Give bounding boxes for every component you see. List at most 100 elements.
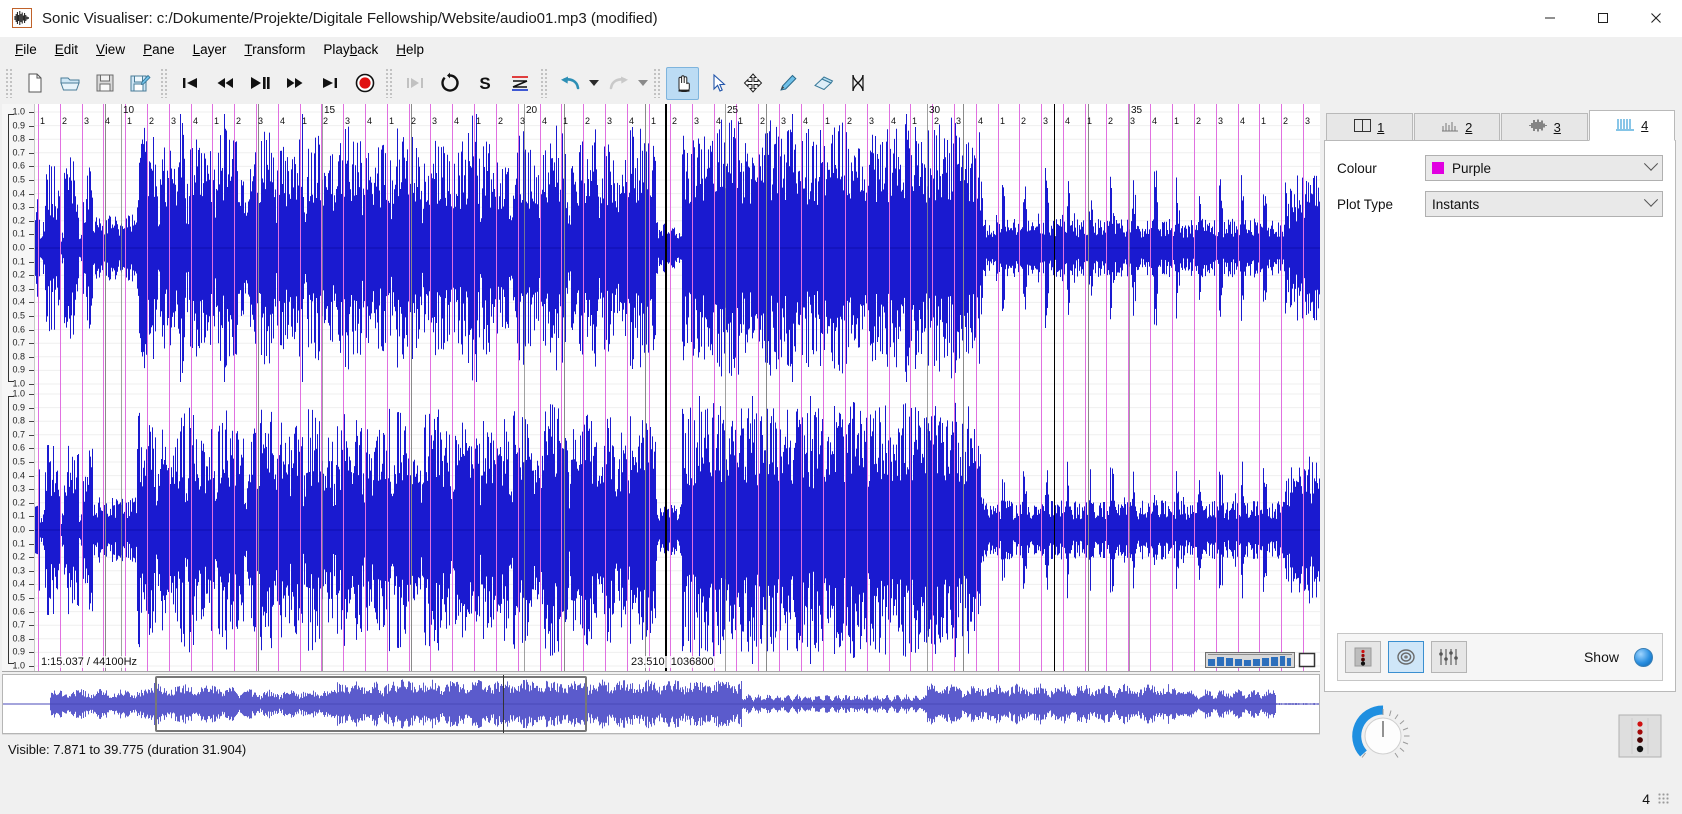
menu-transform[interactable]: Transform <box>235 39 314 60</box>
vertical-scale: 1.00.90.80.70.60.50.40.30.20.10.00.10.20… <box>2 104 35 671</box>
tab-pane-3[interactable]: 3 <box>1501 113 1588 140</box>
audio-levels-meter[interactable] <box>1618 714 1662 763</box>
save-disk-icon[interactable] <box>88 67 121 100</box>
instant-line <box>147 104 148 671</box>
align-icon[interactable] <box>503 67 536 100</box>
bar-line <box>105 104 106 671</box>
tab-pane-1[interactable]: 1 <box>1326 113 1413 140</box>
menu-layer[interactable]: Layer <box>184 39 236 60</box>
bar-line <box>564 104 565 671</box>
vscale-label: 0.0 <box>12 526 25 535</box>
colour-combo[interactable]: Purple <box>1425 155 1663 181</box>
toolbar-handle-playmodes[interactable] <box>385 68 394 98</box>
vscale-label: 0.3 <box>12 203 25 212</box>
undo-icon[interactable] <box>553 67 586 100</box>
playhead-line[interactable] <box>665 104 667 671</box>
vscale-tick <box>29 408 34 409</box>
plot-type-combo[interactable]: Instants <box>1425 191 1663 217</box>
tab-pane-2[interactable]: 2 <box>1414 113 1501 140</box>
instant-line <box>1259 104 1260 671</box>
resize-grip[interactable] <box>1658 793 1670 805</box>
redo-icon[interactable] <box>602 67 635 100</box>
show-toggle-led[interactable] <box>1634 648 1653 667</box>
redo-dropdown-arrow[interactable] <box>636 67 650 100</box>
minimize-button[interactable] <box>1523 0 1576 37</box>
edit-move-icon[interactable] <box>736 67 769 100</box>
waveform-pane[interactable]: 1.00.90.80.70.60.50.40.30.20.10.00.10.20… <box>2 104 1320 672</box>
layer-levels-icon[interactable] <box>1345 641 1381 673</box>
plot-type-value: Instants <box>1432 197 1479 212</box>
menu-edit[interactable]: Edit <box>46 39 87 60</box>
loop-icon[interactable] <box>433 67 466 100</box>
instant-line <box>976 104 977 671</box>
menu-playback[interactable]: Playback <box>314 39 387 60</box>
colour-row: Colour Purple <box>1337 155 1663 181</box>
vscale-tick <box>29 557 34 558</box>
toolbar-handle-tools[interactable] <box>653 68 662 98</box>
navigate-hand-icon[interactable] <box>666 67 699 100</box>
vscale-label: 0.5 <box>12 312 25 321</box>
gain-dial[interactable] <box>1348 701 1418 776</box>
instant-line <box>736 104 737 671</box>
instant-line <box>82 104 83 671</box>
toolbar-group-tools <box>665 62 875 104</box>
instant-line <box>1172 104 1173 671</box>
instant-line <box>60 104 61 671</box>
draw-pencil-icon[interactable] <box>771 67 804 100</box>
visible-range-text: Visible: 7.871 to 39.775 (duration 31.90… <box>8 742 246 757</box>
pane-area: 1.00.90.80.70.60.50.40.30.20.10.00.10.20… <box>0 104 1320 814</box>
vscale-tick <box>29 503 34 504</box>
tab-pane-4[interactable]: 4 <box>1589 110 1676 141</box>
vscale-label: 0.6 <box>12 162 25 171</box>
waveform-canvas[interactable]: 1234123412341234123412341234123412341234… <box>35 104 1320 671</box>
maximize-button[interactable] <box>1576 0 1629 37</box>
toolbar-handle-transport[interactable] <box>160 68 169 98</box>
pane-thumbwheel[interactable] <box>1205 652 1316 668</box>
instant-line <box>605 104 606 671</box>
forward-to-end-icon[interactable] <box>313 67 346 100</box>
measure-icon[interactable] <box>841 67 874 100</box>
toolbar-handle-file[interactable] <box>5 68 14 98</box>
solo-icon[interactable]: S <box>468 67 501 100</box>
vscale-tick <box>29 516 34 517</box>
instant-line <box>540 104 541 671</box>
menu-pane[interactable]: Pane <box>134 39 184 60</box>
vscale-label: 1.0 <box>12 380 25 389</box>
instant-line <box>278 104 279 671</box>
rewind-icon[interactable] <box>208 67 241 100</box>
pane-count-label: 4 <box>1642 791 1650 807</box>
select-arrow-icon[interactable] <box>701 67 734 100</box>
overview-selection-frame[interactable] <box>155 676 588 732</box>
save-as-disk-pencil-icon[interactable] <box>123 67 156 100</box>
menu-file[interactable]: FFileile <box>6 39 46 60</box>
instant-line <box>169 104 170 671</box>
vscale-tick <box>29 330 34 331</box>
undo-dropdown-arrow[interactable] <box>587 67 601 100</box>
record-icon[interactable] <box>348 67 381 100</box>
rewind-to-start-icon[interactable] <box>173 67 206 100</box>
open-folder-icon[interactable] <box>53 67 86 100</box>
vscale-tick <box>29 394 34 395</box>
menu-help[interactable]: Help <box>387 39 433 60</box>
overview-panel[interactable] <box>2 674 1320 734</box>
menu-view[interactable]: View <box>87 39 134 60</box>
play-selection-icon[interactable] <box>398 67 431 100</box>
layer-target-icon[interactable] <box>1388 641 1424 673</box>
new-document-icon[interactable] <box>18 67 51 100</box>
erase-eraser-icon[interactable] <box>806 67 839 100</box>
toolbar-handle-edit[interactable] <box>540 68 549 98</box>
close-button[interactable] <box>1629 0 1682 37</box>
instant-line <box>518 104 519 671</box>
toolbar-group-file <box>17 62 157 104</box>
play-pause-icon[interactable] <box>243 67 276 100</box>
vscale-label: 0.9 <box>12 403 25 412</box>
vscale-tick <box>29 625 34 626</box>
svg-text:S: S <box>479 74 490 93</box>
toolbar-group-edit <box>552 62 650 104</box>
plot-type-row: Plot Type Instants <box>1337 191 1663 217</box>
fast-forward-icon[interactable] <box>278 67 311 100</box>
instant-line <box>954 104 955 671</box>
vscale-label: 0.2 <box>12 271 25 280</box>
layer-sliders-icon[interactable] <box>1431 641 1467 673</box>
colour-swatch <box>1432 162 1444 174</box>
